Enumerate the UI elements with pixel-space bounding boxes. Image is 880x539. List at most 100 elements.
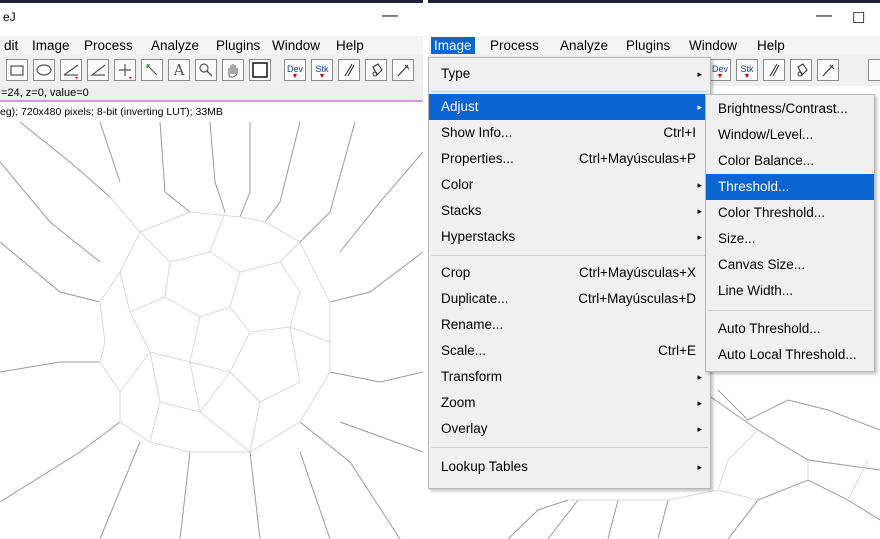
submenu-arrow-icon: ▸ <box>697 102 702 112</box>
menu-item-label: Color Balance... <box>718 153 815 168</box>
magnifier-tool-icon[interactable] <box>195 59 217 81</box>
menu-item-label: Color <box>441 177 474 192</box>
developer-menu-button[interactable]: Dev ▼ <box>709 59 731 81</box>
menu-item-shortcut: Ctrl+I <box>663 125 696 140</box>
menu-item-label: Auto Local Threshold... <box>718 347 857 362</box>
menu-item-size[interactable]: Size... <box>706 226 874 252</box>
menu-item-label: Canvas Size... <box>718 257 806 272</box>
menu-image[interactable]: Image <box>30 38 72 53</box>
image-menu-dropdown: Type ▸ Adjust ▸ Show Info... Ctrl+I Propert… <box>428 57 711 489</box>
fill-tool-icon[interactable] <box>790 59 812 81</box>
submenu-arrow-icon: ▸ <box>697 424 702 434</box>
menu-item-hyperstacks[interactable]: Hyperstacks ▸ <box>429 224 710 250</box>
menu-item-label: Adjust <box>441 99 479 114</box>
toolbar-overflow-button[interactable] <box>868 59 880 81</box>
angle-tool-icon[interactable] <box>87 59 109 81</box>
dropdown-triangle-icon: ▼ <box>743 73 751 80</box>
menu-item-label: Zoom <box>441 395 476 410</box>
minimize-button[interactable]: — <box>816 7 832 25</box>
pencil-tool-icon[interactable] <box>817 59 839 81</box>
menu-item-label: Overlay <box>441 421 488 436</box>
menu-item-transform[interactable]: Transform ▸ <box>429 364 710 390</box>
menu-item-stacks[interactable]: Stacks ▸ <box>429 198 710 224</box>
menu-help[interactable]: Help <box>755 38 787 53</box>
menu-window[interactable]: Window <box>687 38 739 53</box>
menu-item-label: Scale... <box>441 343 487 358</box>
menu-item-label: Properties... <box>441 151 514 166</box>
line-tool-icon[interactable] <box>60 59 82 81</box>
menu-item-auto-threshold[interactable]: Auto Threshold... <box>706 316 874 342</box>
submenu-arrow-icon: ▸ <box>697 398 702 408</box>
menu-item-duplicate[interactable]: Duplicate... Ctrl+Mayúsculas+D <box>429 286 710 312</box>
menu-item-label: Line Width... <box>718 283 794 298</box>
menu-plugins[interactable]: Plugins <box>624 38 672 53</box>
menu-bar: dit Image Process Analyze Plugins Window… <box>0 36 423 55</box>
menu-item-shortcut: Ctrl+Mayúsculas+X <box>578 265 696 280</box>
developer-menu-button[interactable]: Dev ▼ <box>284 59 306 81</box>
menu-item-label: Hyperstacks <box>441 229 516 244</box>
menu-item-type[interactable]: Type ▸ <box>429 61 710 87</box>
menu-item-overlay[interactable]: Overlay ▸ <box>429 416 710 442</box>
menu-window[interactable]: Window <box>270 38 322 53</box>
maximize-button[interactable]: ☐ <box>852 9 865 27</box>
menu-item-label: Color Threshold... <box>718 205 826 220</box>
image-canvas[interactable] <box>0 122 423 539</box>
status-line: =24, z=0, value=0 <box>0 86 423 100</box>
menu-item-adjust[interactable]: Adjust ▸ <box>429 94 710 120</box>
fill-tool-icon[interactable] <box>365 59 387 81</box>
menu-process[interactable]: Process <box>82 38 135 53</box>
menu-help[interactable]: Help <box>334 38 366 53</box>
menu-item-auto-local-threshold[interactable]: Auto Local Threshold... <box>706 342 874 368</box>
menu-item-crop[interactable]: Crop Ctrl+Mayúsculas+X <box>429 260 710 286</box>
menu-item-scale[interactable]: Scale... Ctrl+E <box>429 338 710 364</box>
minimize-button[interactable]: — <box>382 7 398 25</box>
menu-item-zoom[interactable]: Zoom ▸ <box>429 390 710 416</box>
stack-menu-button[interactable]: Stk ▼ <box>736 59 758 81</box>
title-bar: — ☐ <box>428 3 880 36</box>
menu-image[interactable]: Image <box>431 37 475 54</box>
menu-item-brightness-contrast[interactable]: Brightness/Contrast... <box>706 96 874 122</box>
hand-tool-icon[interactable] <box>222 59 244 81</box>
brush-tool-icon[interactable] <box>763 59 785 81</box>
text-tool-icon[interactable]: A <box>168 59 190 81</box>
menu-item-label: Brightness/Contrast... <box>718 101 848 116</box>
menu-item-lookup-tables[interactable]: Lookup Tables ▸ <box>429 454 710 480</box>
menu-item-label: Transform <box>441 369 503 384</box>
voronoi-image <box>0 122 423 539</box>
adjust-submenu: Brightness/Contrast... Window/Level... C… <box>705 94 875 372</box>
menu-item-show-info[interactable]: Show Info... Ctrl+I <box>429 120 710 146</box>
oval-tool-icon[interactable] <box>33 59 55 81</box>
stack-menu-button[interactable]: Stk ▼ <box>311 59 333 81</box>
menu-item-properties[interactable]: Properties... Ctrl+Mayúsculas+P <box>429 146 710 172</box>
color-picker-tool-icon[interactable] <box>249 59 271 81</box>
pencil-tool-icon[interactable] <box>392 59 414 81</box>
menu-item-label: Show Info... <box>441 125 513 140</box>
menu-item-canvas-size[interactable]: Canvas Size... <box>706 252 874 278</box>
menu-item-color-balance[interactable]: Color Balance... <box>706 148 874 174</box>
menu-item-color-threshold[interactable]: Color Threshold... <box>706 200 874 226</box>
menu-item-label: Duplicate... <box>441 291 509 306</box>
wand-tool-icon[interactable] <box>141 59 163 81</box>
toolbar: A Dev ▼ Stk ▼ <box>0 55 423 86</box>
menu-item-threshold[interactable]: Threshold... <box>706 174 874 200</box>
menu-item-window-level[interactable]: Window/Level... <box>706 122 874 148</box>
menu-edit[interactable]: dit <box>2 38 20 53</box>
menu-analyze[interactable]: Analyze <box>149 38 201 53</box>
menu-item-line-width[interactable]: Line Width... <box>706 278 874 304</box>
submenu-arrow-icon: ▸ <box>697 372 702 382</box>
menu-item-label: Type <box>441 66 471 81</box>
menu-plugins[interactable]: Plugins <box>214 38 262 53</box>
menu-separator <box>431 91 708 92</box>
rectangle-tool-icon[interactable] <box>6 59 28 81</box>
menu-item-rename[interactable]: Rename... <box>429 312 710 338</box>
menu-item-label: Lookup Tables <box>441 459 528 474</box>
left-imagej-window: eJ — dit Image Process Analyze Plugins W… <box>0 0 423 539</box>
menu-separator <box>431 447 708 448</box>
menu-analyze[interactable]: Analyze <box>558 38 610 53</box>
point-tool-icon[interactable] <box>114 59 136 81</box>
brush-tool-icon[interactable] <box>338 59 360 81</box>
menu-process[interactable]: Process <box>488 38 541 53</box>
image-info-subtitle: eg); 720x480 pixels; 8-bit (inverting LU… <box>0 106 223 118</box>
menu-separator <box>708 310 872 311</box>
menu-item-color[interactable]: Color ▸ <box>429 172 710 198</box>
